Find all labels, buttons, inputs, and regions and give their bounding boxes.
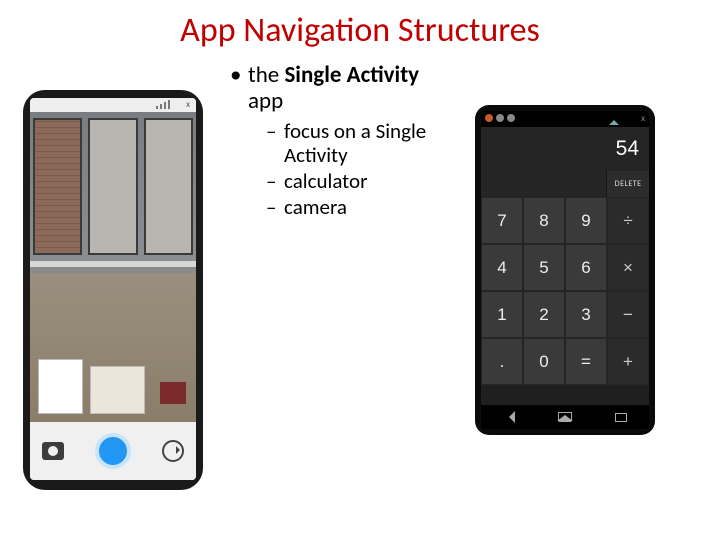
key-5[interactable]: 5 [523, 244, 565, 291]
key-2[interactable]: 2 [523, 291, 565, 338]
home-icon[interactable] [558, 412, 572, 422]
camera-screen: x [30, 98, 196, 480]
android-nav-bar [481, 405, 649, 429]
calculator-keypad: 7 8 9 ÷ 4 5 6 × 1 2 3 − . 0 = + [481, 197, 649, 385]
key-equals[interactable]: = [565, 338, 607, 385]
key-dot[interactable]: . [481, 338, 523, 385]
delete-button[interactable]: DELETE [606, 171, 649, 197]
key-plus[interactable]: + [607, 338, 649, 385]
shutter-button[interactable] [95, 433, 131, 469]
notification-icons [485, 114, 515, 122]
key-3[interactable]: 3 [565, 291, 607, 338]
key-multiply[interactable]: × [607, 244, 649, 291]
status-close-icon: x [186, 99, 190, 110]
sub-bullet-list: focus on a Single Activity calculator ca… [248, 119, 445, 220]
key-1[interactable]: 1 [481, 291, 523, 338]
back-icon[interactable] [503, 411, 515, 423]
calculator-display: 54 [481, 127, 649, 171]
key-4[interactable]: 4 [481, 244, 523, 291]
key-minus[interactable]: − [607, 291, 649, 338]
key-7[interactable]: 7 [481, 197, 523, 244]
camera-status-bar: x [30, 98, 196, 112]
key-6[interactable]: 6 [565, 244, 607, 291]
phone-calculator: x 54 DELETE 7 8 9 ÷ 4 5 6 × 1 2 3 − . 0 … [475, 105, 655, 435]
signal-icon [156, 100, 178, 109]
viewfinder-window [30, 112, 196, 261]
sub-bullet-camera: camera [266, 195, 445, 219]
switch-camera-icon[interactable] [162, 440, 184, 462]
recents-icon[interactable] [615, 413, 627, 422]
viewfinder-foreground [30, 273, 196, 422]
status-close-icon: x [641, 113, 645, 124]
main-bullet: the Single Activity app focus on a Singl… [230, 62, 445, 219]
bullet-text-bold: Single Activity [284, 61, 419, 89]
key-8[interactable]: 8 [523, 197, 565, 244]
camera-viewfinder[interactable] [30, 112, 196, 422]
slide-body: the Single Activity app focus on a Singl… [230, 62, 445, 221]
key-0[interactable]: 0 [523, 338, 565, 385]
key-9[interactable]: 9 [565, 197, 607, 244]
calculator-screen: x 54 DELETE 7 8 9 ÷ 4 5 6 × 1 2 3 − . 0 … [481, 111, 649, 429]
calculator-status-bar: x [481, 111, 649, 127]
sub-bullet-calculator: calculator [266, 169, 445, 193]
slide-title: App Navigation Structures [0, 0, 720, 51]
sub-bullet-focus: focus on a Single Activity [266, 119, 445, 167]
wifi-icon [609, 115, 619, 125]
camera-controls [30, 422, 196, 480]
bullet-text-suffix: app [248, 87, 283, 115]
key-divide[interactable]: ÷ [607, 197, 649, 244]
bullet-text-prefix: the [248, 61, 284, 89]
phone-camera: x [23, 90, 203, 490]
gallery-icon[interactable] [42, 442, 64, 460]
